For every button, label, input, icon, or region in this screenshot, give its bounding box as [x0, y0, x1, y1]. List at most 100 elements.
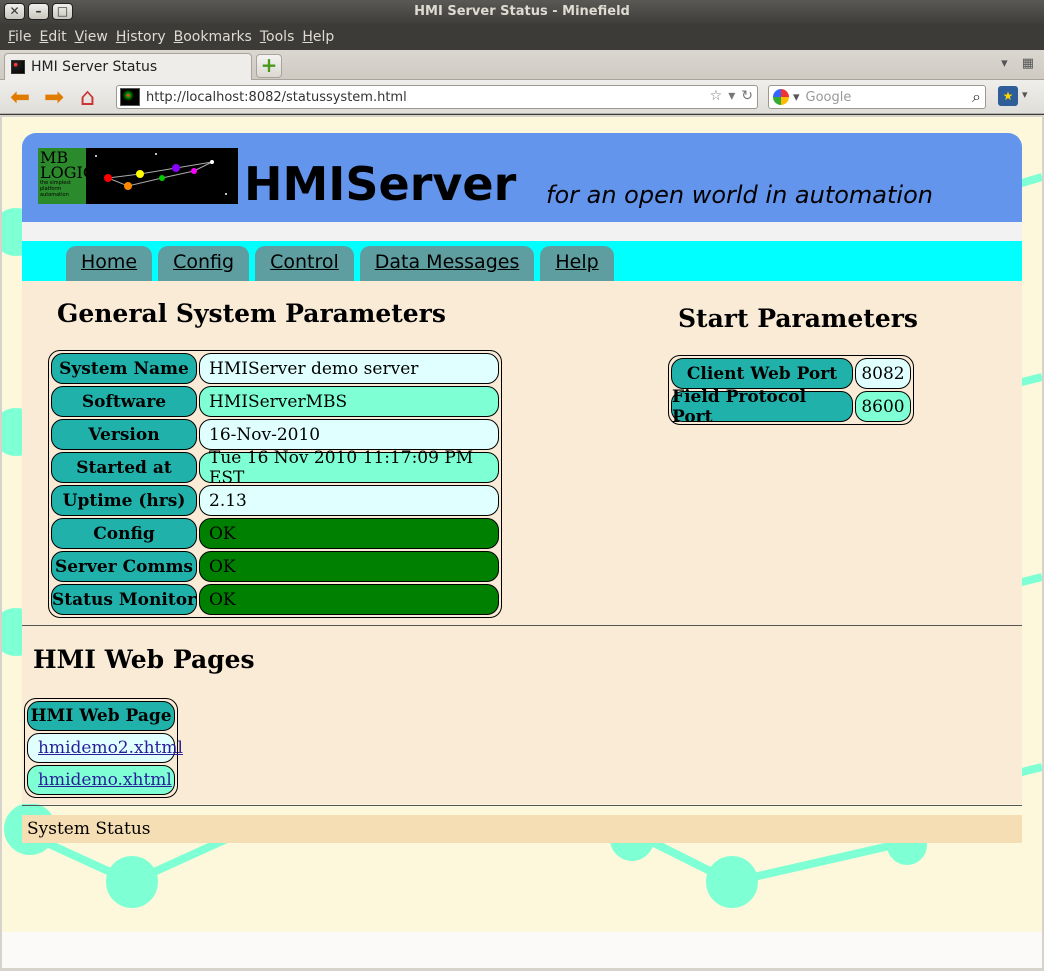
system-status-strip: System Status [22, 815, 1022, 843]
status-value: OK [199, 518, 499, 549]
search-engine-icon[interactable] [773, 89, 789, 105]
search-placeholder[interactable]: Google [806, 90, 852, 105]
hmi-web-pages-table: HMI Web Page hmidemo2.xhtml hmidemo.xhtm… [24, 698, 183, 798]
bookmarks-toolbar-icon[interactable]: ★ [998, 86, 1018, 106]
logo-small-text: the simplest platform automation [40, 180, 71, 198]
url-bar[interactable]: http://localhost:8082/statussystem.html … [116, 85, 758, 109]
start-parameters-heading: Start Parameters [678, 304, 918, 333]
logo-constellation-icon [95, 153, 227, 195]
tab-list-icon[interactable]: ▾ [1001, 56, 1008, 71]
mb-logic-logo: MB LOGIC the simplest platform automatio… [38, 148, 238, 204]
table-row: Client Web Port 8082 [670, 357, 912, 390]
page-title: HMIServer [244, 157, 517, 211]
table-row: Started at Tue 16 Nov 2010 11:17:09 PM ES… [50, 448, 500, 488]
tab-groups-icon[interactable]: ▦ [1022, 56, 1034, 71]
param-label: Server Comms [51, 551, 197, 582]
browser-tab[interactable]: HMI Server Status [4, 53, 252, 80]
param-value: 2.13 [199, 485, 499, 516]
column-header: HMI Web Page [27, 701, 175, 731]
hmi-web-pages-section: HMI Web Pages HMI Web Page hmidemo2.xhtm… [22, 626, 1022, 804]
search-engine-dropdown-icon[interactable]: ▾ [793, 90, 800, 105]
hmi-web-pages-heading: HMI Web Pages [33, 645, 255, 674]
browser-tab-title: HMI Server Status [31, 59, 158, 75]
table-row: Server Comms OK [50, 550, 500, 583]
site-nav: Home Config Control Data Messages Help [22, 241, 1022, 281]
table-row: Config OK [50, 517, 500, 550]
reload-icon[interactable]: ↻ [741, 88, 753, 104]
param-value: 8082 [855, 358, 911, 389]
url-dropdown-icon[interactable]: ▾ [728, 88, 735, 104]
param-value: HMIServerMBS [199, 386, 499, 417]
table-row: Status Monitor OK [50, 583, 500, 616]
menu-history[interactable]: History [112, 29, 170, 45]
param-value: HMIServer demo server [199, 353, 499, 384]
nav-control[interactable]: Control [255, 246, 354, 281]
param-value: Tue 16 Nov 2010 11:17:09 PM EST [199, 448, 499, 488]
menu-tools[interactable]: Tools [256, 29, 299, 45]
web-page-cell: hmidemo2.xhtml [27, 733, 183, 763]
window-title: HMI Server Status - Minefield [414, 4, 630, 19]
page-tagline: for an open world in automation [546, 181, 933, 209]
web-page-link[interactable]: hmidemo.xhtml [38, 770, 172, 790]
url-text[interactable]: http://localhost:8082/statussystem.html [146, 90, 407, 105]
system-parameters-section: General System Parameters System Name HMI… [22, 281, 1022, 625]
param-label: Status Monitor [51, 584, 197, 615]
menu-bookmarks[interactable]: Bookmarks [170, 29, 256, 45]
web-page-cell: hmidemo.xhtml [27, 765, 175, 795]
minimize-window-button[interactable]: – [28, 3, 49, 20]
general-parameters-table: System Name HMIServer demo server Softwar… [48, 350, 502, 618]
table-header-row: HMI Web Page [26, 700, 176, 732]
table-row: Version 16-Nov-2010 [50, 418, 500, 451]
status-value: OK [199, 584, 499, 615]
param-label: Field Protocol Port [671, 387, 853, 427]
back-icon[interactable]: ⬅ [10, 85, 30, 109]
table-row: Uptime (hrs) 2.13 [50, 484, 500, 517]
table-row: Field Protocol Port 8600 [670, 387, 912, 427]
menu-help[interactable]: Help [298, 29, 338, 45]
status-value: OK [199, 551, 499, 582]
search-icon[interactable]: ⌕ [972, 87, 981, 107]
nav-config[interactable]: Config [158, 246, 250, 281]
bookmark-star-icon[interactable]: ☆ [710, 88, 723, 104]
maximize-window-button[interactable]: □ [52, 3, 73, 20]
nav-home[interactable]: Home [66, 246, 153, 281]
navigation-toolbar: ⬅ ➡ ⌂ http://localhost:8082/statussystem… [0, 80, 1044, 114]
section-divider [22, 805, 1022, 806]
site-identity-icon[interactable] [120, 88, 140, 106]
forward-icon[interactable]: ➡ [44, 85, 64, 109]
param-value: 16-Nov-2010 [199, 419, 499, 450]
table-row: hmidemo2.xhtml [26, 732, 183, 764]
addon-dropdown-icon[interactable]: ▾ [1022, 88, 1028, 101]
web-page-link[interactable]: hmidemo2.xhtml [38, 738, 183, 758]
window-titlebar: ✕ – □ HMI Server Status - Minefield [0, 0, 1044, 24]
header-divider [22, 222, 1022, 241]
general-parameters-heading: General System Parameters [57, 299, 446, 328]
hmi-page: MB LOGIC the simplest platform automatio… [22, 133, 1022, 843]
home-icon[interactable]: ⌂ [80, 85, 95, 109]
page-viewport: MB LOGIC the simplest platform automatio… [2, 117, 1042, 932]
nav-data-messages[interactable]: Data Messages [359, 246, 535, 281]
favicon-icon [11, 60, 25, 74]
menu-view[interactable]: View [71, 29, 112, 45]
param-label: Config [51, 518, 197, 549]
table-row: hmidemo.xhtml [26, 764, 176, 796]
tab-bar: HMI Server Status + ▾ ▦ [0, 50, 1044, 80]
param-label: Software [51, 386, 197, 417]
table-row: Software HMIServerMBS [50, 385, 500, 418]
param-label: Client Web Port [671, 358, 853, 389]
search-bar[interactable]: ▾ Google ⌕ [768, 85, 986, 109]
new-tab-button[interactable]: + [256, 54, 282, 78]
page-header: MB LOGIC the simplest platform automatio… [22, 133, 1022, 222]
nav-help[interactable]: Help [540, 246, 614, 281]
menu-file[interactable]: File [4, 29, 35, 45]
param-value: 8600 [855, 391, 911, 422]
status-bar-area [2, 932, 1042, 968]
param-label: Uptime (hrs) [51, 485, 197, 516]
menubar: File Edit View History Bookmarks Tools H… [0, 24, 1044, 50]
menu-edit[interactable]: Edit [35, 29, 70, 45]
param-label: Started at [51, 452, 197, 483]
close-window-button[interactable]: ✕ [4, 3, 25, 20]
param-label: System Name [51, 353, 197, 384]
start-parameters-table: Client Web Port 8082 Field Protocol Port 8… [668, 355, 914, 427]
param-label: Version [51, 419, 197, 450]
